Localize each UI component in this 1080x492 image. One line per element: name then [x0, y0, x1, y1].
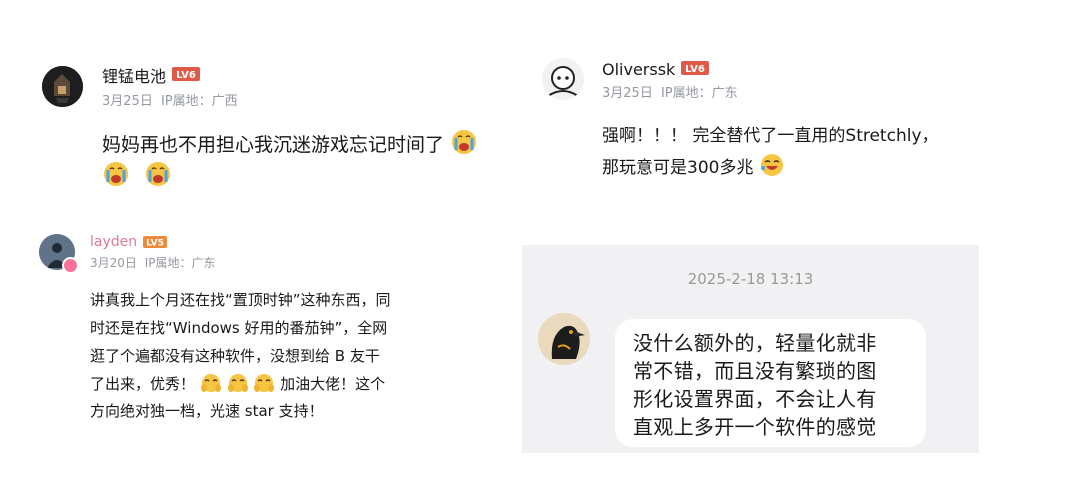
- comment-line: 逛了个遍都没有这种软件，没想到给 B 友干: [90, 347, 380, 365]
- comment-line-2: 那玩意可是300多兆: [602, 152, 785, 183]
- level-badge: LV5: [143, 233, 168, 252]
- comment-text: 妈妈再也不用担心我沉迷游戏忘记时间了: [102, 128, 478, 161]
- cheering-emoji: [227, 372, 249, 398]
- chat-line: 形化设置界面，不会让人有: [633, 387, 877, 411]
- comment-meta: 3月20日 IP属地：广东: [90, 254, 216, 271]
- comment-line: 妈妈再也不用担心我沉迷游戏忘记时间了: [102, 134, 445, 156]
- comment-date: 3月25日: [102, 94, 153, 109]
- comment-line: 那玩意可是300多兆: [602, 158, 754, 178]
- comment-date: 3月20日: [90, 256, 137, 270]
- level-badge: LV6: [172, 66, 201, 85]
- chat-line: 没什么额外的，轻量化就非: [633, 331, 877, 355]
- comment-line: 时还是在找“Windows 好用的番茄钟”，全网: [90, 319, 388, 337]
- comment-line: 加油大佬！这个: [280, 375, 386, 393]
- chat-bubble: 没什么额外的，轻量化就非 常不错，而且没有繁琐的图 形化设置界面，不会让人有 直…: [615, 319, 926, 447]
- avatar-image: [542, 58, 584, 100]
- avatar[interactable]: [39, 234, 79, 274]
- crow-avatar-image: [538, 313, 590, 365]
- level-badge: LV6: [681, 60, 710, 79]
- comment-line: 了出来，优秀！: [90, 375, 196, 393]
- verified-badge-icon: [62, 257, 79, 274]
- avatar[interactable]: [42, 66, 83, 107]
- avatar[interactable]: [542, 58, 584, 100]
- cheering-emoji: [200, 372, 222, 398]
- chat-line: 直观上多开一个软件的感觉: [633, 415, 877, 439]
- avatar-image: [42, 66, 83, 107]
- username[interactable]: Oliverssk: [602, 60, 675, 79]
- chat-line: 常不错，而且没有繁琐的图: [633, 359, 877, 383]
- ip-location: IP属地：广东: [660, 86, 738, 101]
- comment-line: 讲真我上个月还在找“置顶时钟”这种东西，同: [90, 291, 391, 309]
- svg-text:LV5: LV5: [146, 238, 164, 248]
- crying-emoji: [102, 160, 130, 193]
- comment-meta: 3月25日 IP属地：广东: [602, 82, 738, 101]
- svg-text:LV6: LV6: [685, 64, 705, 75]
- emoji-row: [102, 160, 172, 193]
- chat-avatar[interactable]: [538, 313, 590, 365]
- crying-emoji: [144, 160, 172, 193]
- username[interactable]: layden: [90, 234, 137, 250]
- comment-line-4: 了出来，优秀！ 加油大佬！这个: [90, 372, 385, 398]
- ip-location: IP属地：广东: [144, 256, 216, 270]
- comment-line: 强啊！！！ 完全替代了一直用的Stretchly，: [602, 126, 939, 146]
- ip-location: IP属地：广西: [160, 94, 238, 109]
- comment-date: 3月25日: [602, 86, 653, 101]
- laughing-emoji: [759, 152, 785, 183]
- comment-meta: 3月25日 IP属地：广西: [102, 90, 238, 109]
- username[interactable]: 锂锰电池: [102, 63, 166, 87]
- chat-timestamp: 2025-2-18 13:13: [687, 270, 814, 288]
- cheering-emoji: [253, 372, 275, 398]
- comment-line: 方向绝对独一档，光速 star 支持！: [90, 402, 324, 420]
- crying-emoji: [450, 128, 478, 161]
- svg-text:LV6: LV6: [176, 70, 196, 81]
